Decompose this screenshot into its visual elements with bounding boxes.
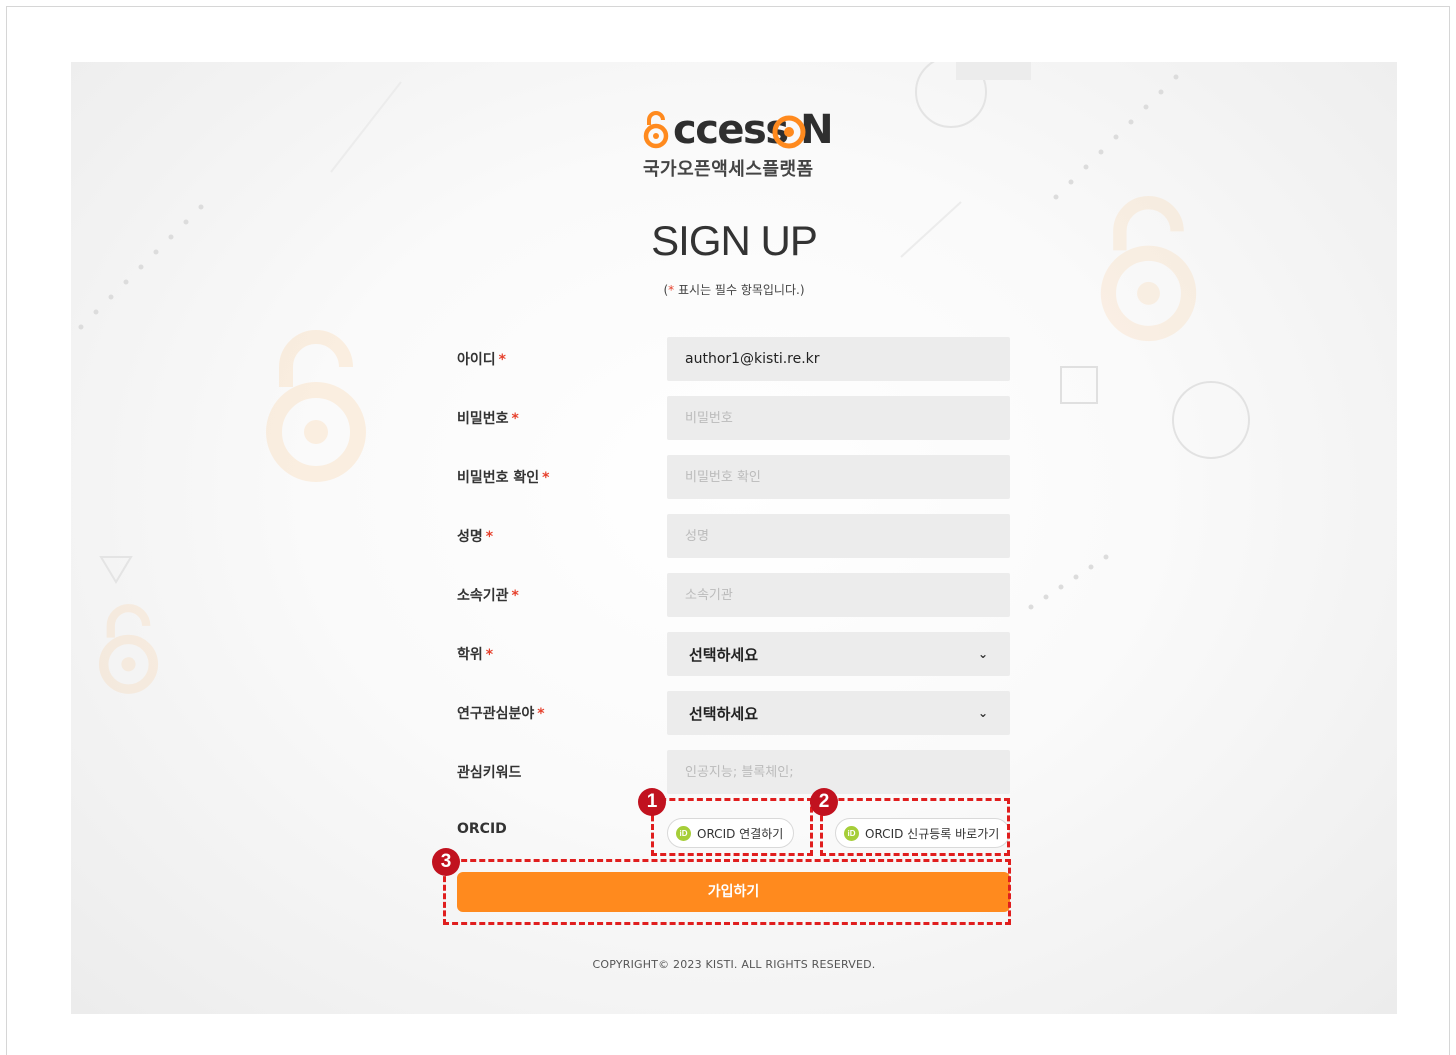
research-field-label: 연구관심분야 * [457,706,545,722]
id-field[interactable] [667,337,1010,381]
logo-brand-text: ccess N [673,107,834,153]
annotation-box-orcid-connect [651,798,813,856]
annotation-box-orcid-register [820,798,1010,856]
copyright-text: COPYRIGHT© 2023 KISTI. ALL RIGHTS RESERV… [592,958,876,971]
logo-o-mark [772,115,806,149]
form-row-id: 아이디 * [457,337,1012,381]
degree-select[interactable]: 선택하세요 ⌄ [667,632,1010,676]
affiliation-label: 소속기관 * [457,588,519,604]
id-label: 아이디 * [457,352,506,368]
keywords-label: 관심키워드 [457,765,522,781]
form-row-degree: 학위 * 선택하세요 ⌄ [457,632,1012,676]
form-row-keywords: 관심키워드 [457,750,1012,794]
degree-label: 학위 * [457,647,494,663]
name-field[interactable] [667,514,1010,558]
form-row-password-confirm: 비밀번호 확인 * [457,455,1012,499]
research-field-selected-value: 선택하세요 [689,704,759,723]
degree-selected-value: 선택하세요 [689,645,759,664]
required-note: (* 표시는 필수 항목입니다.) [663,283,805,297]
annotation-badge-1: 1 [638,788,666,816]
orcid-label: ORCID [457,821,507,837]
password-label: 비밀번호 * [457,411,519,427]
form-row-affiliation: 소속기관 * [457,573,1012,617]
logo-subtitle: 국가오픈액세스플랫폼 [643,159,814,180]
open-access-lock-icon [643,111,669,149]
keywords-field[interactable] [667,750,1010,794]
annotation-badge-3: 3 [432,848,460,876]
screenshot-frame: ccess N 국가오픈액세스플랫폼 SIGN UP (* 표시는 필수 항목입… [6,6,1450,1055]
form-row-name: 성명 * [457,514,1012,558]
chevron-down-icon: ⌄ [977,706,988,720]
annotation-box-submit [443,859,1011,925]
affiliation-field[interactable] [667,573,1010,617]
chevron-down-icon: ⌄ [977,647,988,661]
password-field[interactable] [667,396,1010,440]
annotation-badge-2: 2 [810,788,838,816]
research-field-select[interactable]: 선택하세요 ⌄ [667,691,1010,735]
form-row-research-field: 연구관심분야 * 선택하세요 ⌄ [457,691,1012,735]
accesson-logo: ccess N 국가오픈액세스플랫폼 [641,107,841,187]
required-mark: * [668,283,675,297]
page-title: SIGN UP [651,217,818,264]
name-label: 성명 * [457,529,494,545]
password-confirm-label: 비밀번호 확인 * [457,470,550,486]
password-confirm-field[interactable] [667,455,1010,499]
form-row-password: 비밀번호 * [457,396,1012,440]
